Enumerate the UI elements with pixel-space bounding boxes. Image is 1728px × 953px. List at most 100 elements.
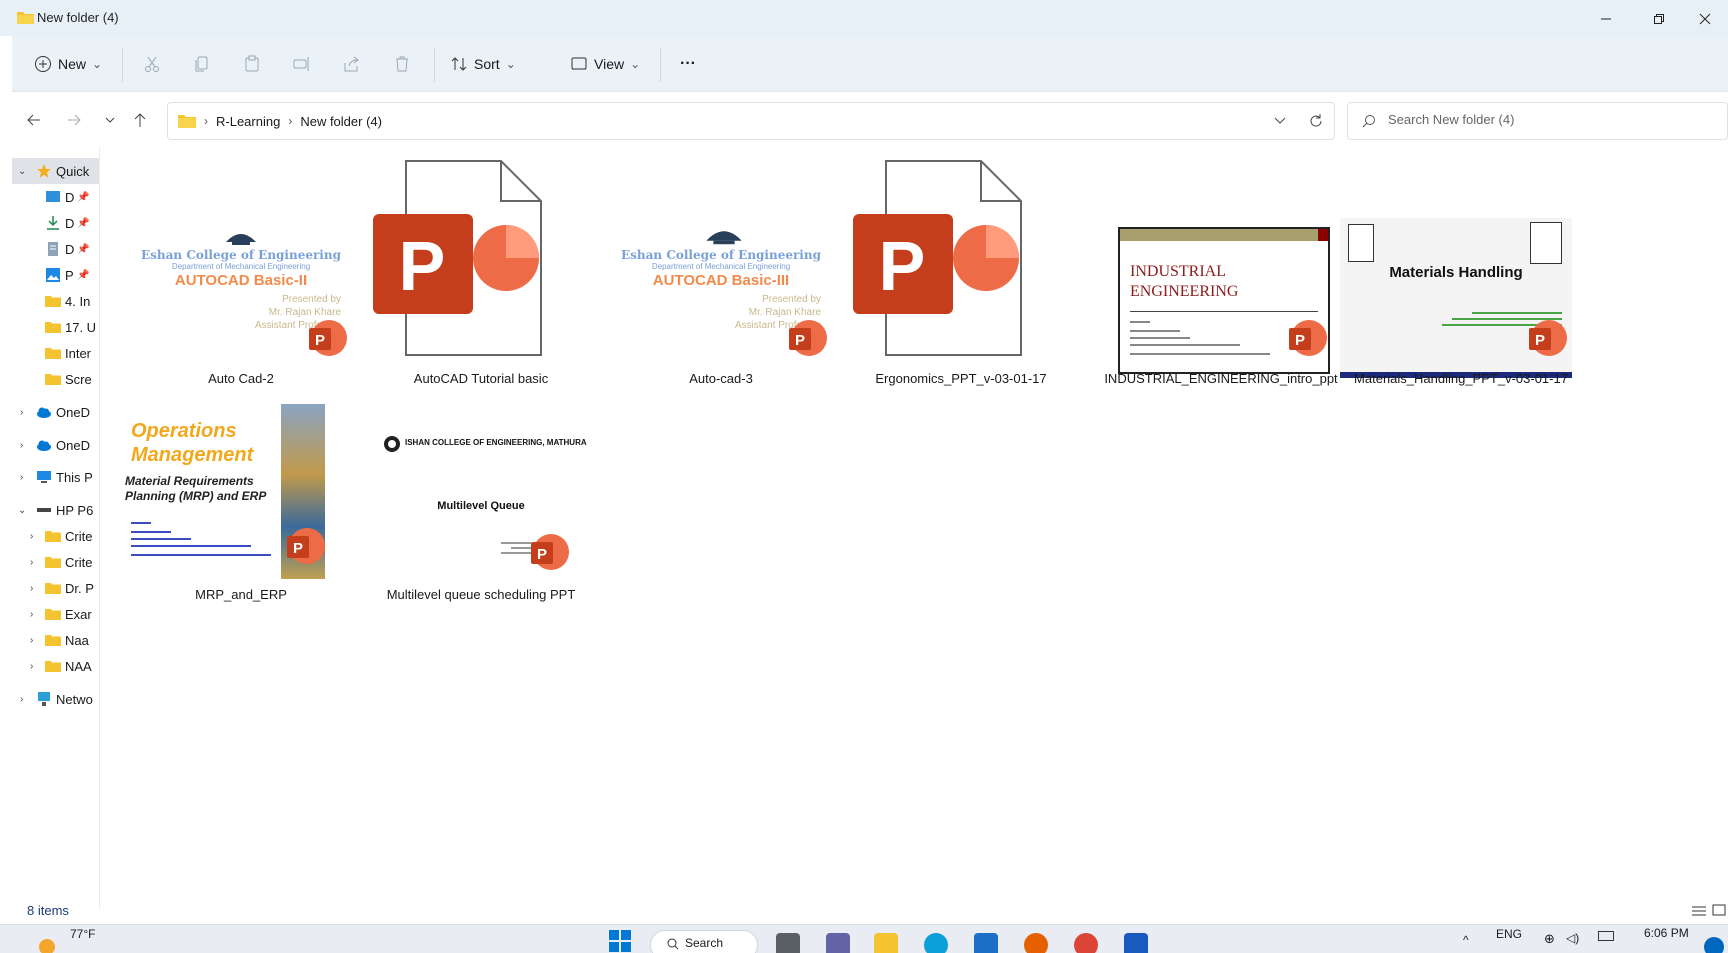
sidebar-item-label: Dr. P (65, 580, 94, 596)
chevron-right-icon[interactable]: › (30, 557, 40, 568)
new-button[interactable]: New ⌄ (26, 48, 110, 80)
chevron-right-icon[interactable]: › (20, 407, 30, 418)
sidebar-item-onedrive[interactable]: › OneD (12, 432, 99, 458)
sidebar-item-label: D (65, 215, 75, 231)
sidebar-item-folder[interactable]: 17. U (12, 314, 99, 340)
file-item[interactable]: P AutoCAD Tutorial basic (361, 148, 601, 393)
sidebar-item-folder[interactable]: › Crite (12, 549, 99, 575)
teams-icon[interactable] (826, 933, 850, 953)
copy-button[interactable] (188, 50, 216, 78)
sidebar-item-quick-access[interactable]: ⌄ Quick (12, 158, 99, 184)
chrome-icon[interactable] (1074, 933, 1098, 953)
share-button[interactable] (338, 50, 366, 78)
folder-icon (45, 374, 61, 385)
details-view-icon[interactable] (1692, 905, 1706, 917)
file-explorer-icon[interactable] (874, 933, 898, 953)
cut-button[interactable] (138, 50, 166, 78)
file-item[interactable]: Eshan College of Engineering Department … (121, 148, 361, 393)
sidebar-item-network[interactable]: › Netwo (12, 686, 99, 712)
tiles-view-icon[interactable] (1712, 904, 1726, 916)
store-icon[interactable] (974, 933, 998, 953)
word-icon[interactable] (1124, 933, 1148, 953)
clock-time[interactable]: 6:06 PM (1644, 926, 1689, 940)
file-item[interactable]: Materials Handling P Materials_Handling_… (1340, 148, 1581, 393)
volume-icon[interactable]: ◁) (1566, 931, 1579, 945)
chevron-right-icon[interactable]: › (30, 661, 40, 672)
restore-button[interactable] (1636, 6, 1682, 32)
chevron-down-icon[interactable] (1274, 116, 1286, 126)
chevron-right-icon[interactable]: › (20, 694, 30, 705)
file-item[interactable]: ISHAN COLLEGE OF ENGINEERING, MATHURA Mu… (361, 404, 601, 649)
sidebar-item-desktop[interactable]: D 📌 (12, 184, 99, 210)
powerpoint-badge-icon: P (309, 320, 347, 356)
address-bar[interactable]: › R-Learning › New folder (4) (167, 102, 1335, 140)
more-options-button[interactable]: ··· (672, 48, 704, 80)
search-input[interactable] (1388, 112, 1708, 127)
file-item[interactable]: INDUSTRIAL ENGINEERING P INDUSTRIAL_ENGI… (1101, 148, 1341, 393)
search-box[interactable] (1347, 102, 1728, 140)
sidebar-item-folder[interactable]: › Naa (12, 627, 99, 653)
up-button[interactable] (128, 108, 152, 132)
chevron-right-icon[interactable]: › (20, 472, 30, 483)
sidebar-item-folder[interactable]: › Dr. P (12, 575, 99, 601)
file-item[interactable]: Eshan College of Engineering Department … (601, 148, 841, 393)
sidebar-item-label: 4. In (65, 293, 91, 309)
taskbar-search[interactable]: Search (650, 930, 758, 953)
sidebar-item-this-pc[interactable]: › This P (12, 464, 99, 490)
task-view-icon[interactable] (776, 933, 800, 953)
recent-locations-button[interactable] (98, 108, 122, 132)
show-hidden-icons-icon[interactable]: ^ (1463, 933, 1469, 947)
start-icon[interactable] (608, 929, 632, 953)
notification-badge[interactable] (1704, 937, 1724, 953)
title-bar: New folder (4) (0, 0, 1728, 36)
view-button[interactable]: View ⌄ (562, 48, 648, 80)
breadcrumb-separator-icon: › (204, 114, 208, 128)
battery-icon[interactable] (1598, 931, 1614, 941)
paste-button[interactable] (238, 50, 266, 78)
rename-button[interactable] (288, 50, 316, 78)
delete-button[interactable] (388, 50, 416, 78)
breadcrumb-r-learning[interactable]: R-Learning (216, 114, 280, 129)
chevron-right-icon[interactable]: › (30, 583, 40, 594)
slide-title: AUTOCAD Basic-II (174, 272, 308, 289)
sidebar-item-documents[interactable]: D 📌 (12, 236, 99, 262)
sidebar-item-folder[interactable]: Scre (12, 366, 99, 392)
sidebar-item-downloads[interactable]: D 📌 (12, 210, 99, 236)
weather-temp[interactable]: 77°F (70, 927, 95, 941)
file-name: INDUSTRIAL_ENGINEERING_intro_ppt (1104, 371, 1338, 386)
back-button[interactable] (22, 108, 46, 132)
sidebar-item-folder[interactable]: › Exar (12, 601, 99, 627)
close-button[interactable] (1682, 6, 1728, 32)
file-item[interactable]: Operations Management Material Requireme… (121, 404, 361, 649)
weather-icon[interactable] (36, 933, 58, 953)
file-item[interactable]: P Ergonomics_PPT_v-03-01-17 (841, 148, 1081, 393)
breadcrumb-new-folder[interactable]: New folder (4) (300, 114, 382, 129)
sidebar-item-label: Quick (56, 163, 90, 179)
slide-thumbnail: Materials Handling P (1340, 148, 1581, 378)
chevron-right-icon[interactable]: › (30, 635, 40, 646)
sidebar-item-label: D (65, 241, 75, 257)
sidebar-item-folder[interactable]: Inter (12, 340, 99, 366)
language-indicator[interactable]: ENG (1496, 927, 1522, 941)
sidebar-item-label: OneD (56, 404, 90, 420)
forward-button[interactable] (62, 108, 86, 132)
powerpoint-badge-icon: P (789, 320, 827, 356)
chevron-right-icon[interactable]: › (30, 609, 40, 620)
sidebar-item-onedrive[interactable]: › OneD (12, 399, 99, 425)
firefox-icon[interactable] (1024, 933, 1048, 953)
sidebar-item-folder[interactable]: › Crite (12, 523, 99, 549)
sidebar-item-pictures[interactable]: P 📌 (12, 262, 99, 288)
sidebar-item-folder[interactable]: › NAA (12, 653, 99, 679)
sort-button[interactable]: Sort ⌄ (442, 48, 524, 80)
chevron-right-icon[interactable]: › (30, 531, 40, 542)
chevron-down-icon[interactable]: ⌄ (18, 505, 28, 516)
network-status-icon[interactable]: ⊕ (1544, 931, 1555, 947)
cut-icon (145, 56, 159, 72)
chevron-down-icon[interactable]: ⌄ (18, 166, 28, 177)
chevron-right-icon[interactable]: › (20, 440, 30, 451)
refresh-icon[interactable] (1308, 113, 1324, 129)
edge-icon[interactable] (924, 933, 948, 953)
sidebar-item-drive[interactable]: ⌄ HP P6 (12, 497, 99, 523)
sidebar-item-folder[interactable]: 4. In (12, 288, 99, 314)
minimize-button[interactable] (1583, 6, 1629, 32)
